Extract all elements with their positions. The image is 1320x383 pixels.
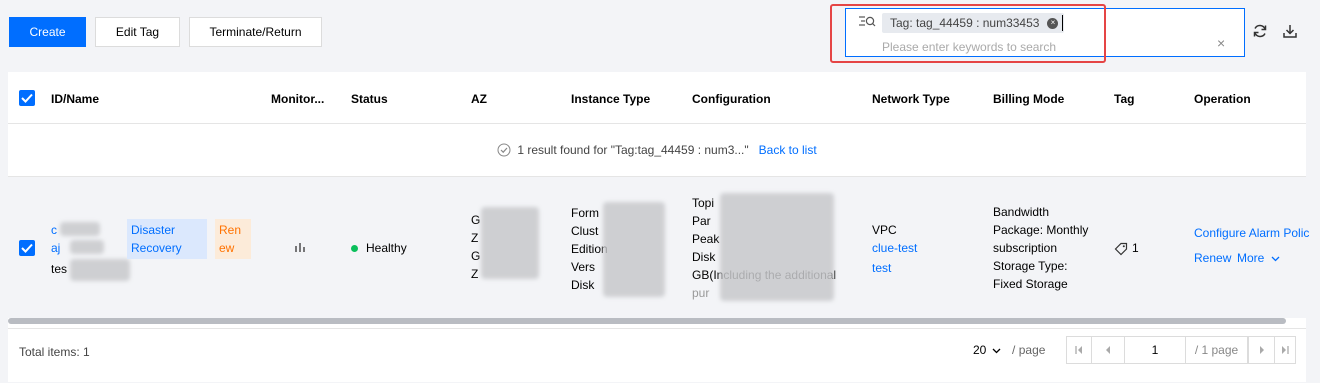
instance-type-value: Form — [571, 206, 599, 220]
last-page-button[interactable] — [1274, 336, 1296, 364]
tag-filter-chip[interactable]: Tag: tag_44459 : num33453 × — [882, 13, 1065, 33]
status-indicator: Healthy — [351, 239, 407, 257]
redacted-configuration — [720, 193, 834, 301]
instance-name: tes — [51, 262, 68, 276]
disaster-recovery-label: Disaster — [131, 223, 176, 237]
renew-badge-label: ew — [219, 241, 235, 255]
configuration-value: Disk — [692, 250, 716, 264]
renew-badge-label: Ren — [219, 223, 242, 237]
redacted-name — [70, 259, 130, 281]
terminate-return-button[interactable]: Terminate/Return — [189, 17, 322, 47]
subnet-link[interactable]: test — [872, 259, 891, 277]
page-size-unit: / page — [1012, 343, 1046, 357]
table-row[interactable]: c aj tes Disaster Recovery Ren ew Health… — [8, 177, 1309, 319]
network-type-value: VPC — [872, 223, 897, 237]
column-header-operation[interactable]: Operation — [1194, 92, 1251, 106]
redacted-id — [60, 222, 100, 236]
disaster-recovery-badge: Disaster Recovery — [127, 219, 207, 259]
download-icon[interactable] — [1282, 23, 1298, 39]
last-page-icon — [1282, 346, 1289, 354]
chip-close-icon[interactable]: × — [1047, 17, 1059, 29]
column-header-status[interactable]: Status — [351, 92, 388, 106]
column-header-id-name[interactable]: ID/Name — [51, 92, 99, 106]
billing-mode-value: subscription — [993, 241, 1058, 255]
prev-page-button[interactable] — [1091, 336, 1125, 364]
chevron-down-icon — [1271, 256, 1280, 262]
monitoring-chart-icon[interactable] — [294, 241, 308, 253]
tag-filter-chip-label: Tag: tag_44459 : num33453 — [890, 16, 1040, 30]
search-box[interactable]: Tag: tag_44459 : num33453 × Please enter… — [845, 8, 1245, 57]
filter-search-icon[interactable] — [858, 15, 876, 29]
column-header-configuration[interactable]: Configuration — [692, 92, 771, 106]
redacted-az — [481, 207, 539, 279]
configuration-value: pur — [692, 286, 710, 300]
billing-mode-value: Bandwidth — [993, 205, 1050, 219]
renew-link[interactable]: Renew — [1194, 249, 1231, 267]
column-header-network-type[interactable]: Network Type — [872, 92, 950, 106]
next-page-button[interactable] — [1248, 336, 1275, 364]
search-result-banner: 1 result found for "Tag:tag_44459 : num3… — [8, 124, 1306, 177]
instance-type-value: Disk — [571, 278, 595, 292]
redacted-instance-type — [603, 202, 665, 297]
total-pages: / 1 page — [1186, 336, 1248, 364]
chevron-left-icon — [1106, 346, 1110, 354]
select-all-checkbox[interactable] — [19, 90, 35, 106]
more-label: More — [1237, 251, 1265, 265]
instance-type-value: Clust — [571, 224, 599, 238]
page-size-select[interactable]: 20 / page — [973, 343, 1045, 357]
billing-mode-value: Fixed Storage — [993, 277, 1068, 291]
check-circle-icon — [497, 143, 511, 157]
configuration-value: Topi — [692, 196, 715, 210]
page-size-value: 20 — [973, 343, 987, 357]
row-checkbox[interactable] — [19, 240, 35, 256]
chevron-down-icon — [992, 348, 1001, 354]
instance-type-value: Vers — [571, 260, 596, 274]
redacted-id — [70, 240, 104, 254]
total-items: Total items: 1 — [19, 345, 90, 359]
create-button[interactable]: Create — [9, 17, 86, 47]
pagination: Total items: 1 20 / page 1 / 1 page — [8, 328, 1306, 382]
scrollbar-thumb[interactable] — [8, 318, 1286, 324]
first-page-button[interactable] — [1066, 336, 1092, 364]
status-text: Healthy — [366, 241, 407, 255]
more-dropdown[interactable]: More — [1237, 249, 1280, 267]
table-header: ID/Name Monitor... Status AZ Instance Ty… — [8, 72, 1306, 124]
billing-mode-value: Package: Monthly — [993, 223, 1089, 237]
configuration-value: Par — [692, 214, 711, 228]
back-to-list-link[interactable]: Back to list — [759, 143, 817, 157]
configuration-value: Peak — [692, 232, 720, 246]
result-count-text: 1 result found for "Tag:tag_44459 : num3… — [517, 143, 749, 157]
tag-count[interactable]: 1 — [1114, 239, 1139, 257]
instance-table: ID/Name Monitor... Status AZ Instance Ty… — [8, 72, 1309, 382]
column-header-instance-type[interactable]: Instance Type — [571, 92, 650, 106]
tag-icon — [1114, 242, 1128, 256]
column-header-billing-mode[interactable]: Billing Mode — [993, 92, 1064, 106]
horizontal-scrollbar[interactable] — [8, 318, 1306, 324]
refresh-icon[interactable] — [1252, 23, 1268, 39]
instance-id-link-cont[interactable]: aj — [51, 239, 60, 257]
page-number-input[interactable]: 1 — [1124, 336, 1186, 364]
first-page-icon — [1075, 346, 1082, 354]
instance-id-link[interactable]: c — [51, 221, 57, 239]
text-caret — [1062, 15, 1063, 31]
column-header-az[interactable]: AZ — [471, 92, 487, 106]
tag-count-value: 1 — [1132, 241, 1139, 255]
column-header-monitor[interactable]: Monitor... — [271, 92, 324, 106]
toolbar: Create Edit Tag Terminate/Return Tag: ta… — [0, 0, 1320, 72]
clear-search-icon[interactable]: × — [1217, 35, 1225, 51]
vpc-link[interactable]: clue-test — [872, 239, 917, 257]
search-placeholder: Please enter keywords to search — [882, 40, 1057, 54]
edit-tag-button[interactable]: Edit Tag — [95, 17, 180, 47]
configure-alarm-policy-link[interactable]: Configure Alarm Polic — [1194, 224, 1309, 242]
chevron-right-icon — [1259, 346, 1264, 354]
az-value: G — [471, 213, 481, 227]
disaster-recovery-label: Recovery — [131, 241, 182, 255]
renew-badge: Ren ew — [215, 219, 251, 259]
healthy-dot-icon — [351, 245, 358, 253]
az-value: G — [471, 249, 481, 263]
column-header-tag[interactable]: Tag — [1114, 92, 1134, 106]
az-value: Z — [471, 231, 479, 245]
billing-mode-value: Storage Type: — [993, 259, 1068, 273]
az-value: Z — [471, 267, 479, 281]
